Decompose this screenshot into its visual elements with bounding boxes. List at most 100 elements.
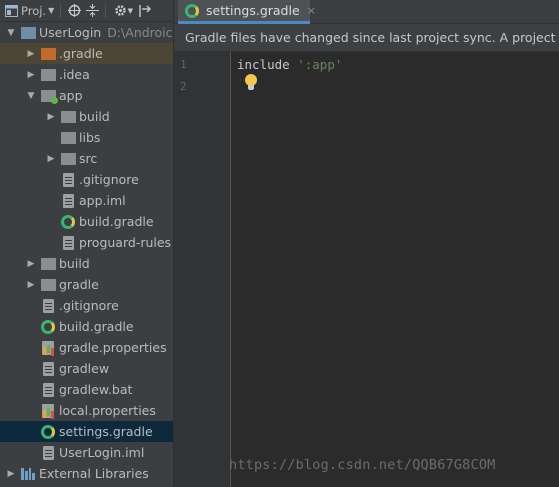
line-number-gutter: 1 2 [174,52,230,487]
arrow-spacer [46,217,56,227]
tree-row[interactable]: settings.gradle [0,421,173,442]
folder-icon [40,67,56,83]
tree-row[interactable]: libs [0,127,173,148]
arrow-spacer [46,133,56,143]
tree-item-label: build [79,109,110,124]
tree-item-label: gradle [59,277,99,292]
folder-icon [60,109,76,125]
tree-row[interactable]: ▼ UserLogin D:\Androic [0,22,173,43]
lightbulb-icon[interactable] [244,74,258,92]
tree-row[interactable]: ▶ build [0,253,173,274]
collapse-arrow-icon[interactable]: ▶ [46,154,56,164]
arrow-spacer [26,301,36,311]
editor-tab-bar: settings.gradle × [174,0,559,24]
arrow-spacer [26,427,36,437]
tree-item-label: build.gradle [79,214,154,229]
arrow-spacer [26,364,36,374]
arrow-spacer [46,175,56,185]
collapse-arrow-icon[interactable]: ▶ [26,259,36,269]
pin-icon[interactable] [138,4,152,18]
gear-icon[interactable]: ▼ [112,4,134,18]
gradle-sync-notification: Gradle files have changed since last pro… [174,24,559,52]
folder-icon [60,151,76,167]
collapse-arrow-icon[interactable]: ▶ [46,112,56,122]
arrow-spacer [26,343,36,353]
module-folder-icon [20,25,36,41]
file-icon [40,298,56,314]
close-icon[interactable]: × [307,4,316,17]
toolbar-separator [60,3,62,18]
watermark: https://blog.csdn.net/QQB67G8COM [229,457,496,473]
collapse-arrow-icon[interactable]: ▶ [26,49,36,59]
tree-row[interactable]: ▶ build [0,106,173,127]
project-icon [4,4,18,18]
tree-item-label: build.gradle [59,319,134,334]
line-number: 2 [180,80,187,93]
tab-label: settings.gradle [206,3,300,18]
code-line[interactable]: include ':app' [237,57,342,72]
project-tree: ▼ UserLogin D:\Androic ▶ .gradle ▶ .idea ▼ app ▶ b… [0,22,173,484]
tree-row[interactable]: gradlew.bat [0,379,173,400]
line-number: 1 [180,58,187,71]
tree-item-label: .gitignore [59,298,119,313]
tree-row[interactable]: .gitignore [0,295,173,316]
tree-row[interactable]: UserLogin.iml [0,442,173,463]
tree-row[interactable]: app.iml [0,190,173,211]
collapse-icon[interactable] [85,4,99,18]
tree-row[interactable]: ▶ .gradle [0,43,173,64]
tree-item-label: .gradle [59,46,103,61]
tree-item-label: app.iml [79,193,126,208]
collapse-arrow-icon[interactable]: ▶ [26,70,36,80]
target-icon[interactable] [67,4,81,18]
arrow-spacer [26,322,36,332]
folder-icon [40,46,56,62]
tree-row[interactable]: gradle.properties [0,337,173,358]
tree-row[interactable]: ▶ src [0,148,173,169]
project-toolbar: Proj. ▼ ▼ [0,0,173,22]
file-icon [60,172,76,188]
gradle-icon [40,424,56,440]
tree-item-label: local.properties [59,403,156,418]
gradle-icon [184,3,200,19]
tree-row[interactable]: ▶ gradle [0,274,173,295]
tree-row[interactable]: local.properties [0,400,173,421]
tab-settings-gradle[interactable]: settings.gradle × [178,0,316,24]
tree-row[interactable]: build.gradle [0,316,173,337]
module-path: D:\Androic [107,25,173,40]
tree-row[interactable]: gradlew [0,358,173,379]
code-string: ':app' [297,57,343,72]
tree-item-label: .idea [59,67,90,82]
tree-item-label: UserLogin.iml [59,445,145,460]
caret-down-icon: ▼ [48,6,55,15]
gutter-divider [230,52,231,487]
gradle-icon [40,319,56,335]
file-icon [40,445,56,461]
arrow-spacer [26,385,36,395]
project-view-label: Proj. [21,3,47,18]
file-icon [40,361,56,377]
tree-row[interactable]: .gitignore [0,169,173,190]
expand-arrow-icon[interactable]: ▼ [6,28,16,38]
expand-arrow-icon[interactable]: ▼ [26,91,36,101]
collapse-arrow-icon[interactable]: ▶ [6,469,16,479]
tree-item-label: src [79,151,98,166]
tree-row[interactable]: ▼ app [0,85,173,106]
folder-icon [40,277,56,293]
project-tool-window: Proj. ▼ ▼ ▼ UserLogin D:\Androic ▶ .gradle ▶.… [0,0,173,487]
file-icon [60,193,76,209]
android-module-icon [40,88,58,104]
tree-row[interactable]: ▶ External Libraries [0,463,173,484]
file-icon [60,235,76,251]
tree-item-label: .gitignore [79,172,139,187]
code-keyword: include [237,57,290,72]
tree-row[interactable]: build.gradle [0,211,173,232]
file-icon [40,382,56,398]
tree-row[interactable]: proguard-rules [0,232,173,253]
arrow-spacer [46,238,56,248]
collapse-arrow-icon[interactable]: ▶ [26,280,36,290]
tree-row[interactable]: ▶ .idea [0,64,173,85]
properties-file-icon [40,340,56,356]
folder-icon [40,256,56,272]
project-view-dropdown[interactable]: Proj. ▼ [4,2,54,20]
tree-item-label: gradlew.bat [59,382,133,397]
